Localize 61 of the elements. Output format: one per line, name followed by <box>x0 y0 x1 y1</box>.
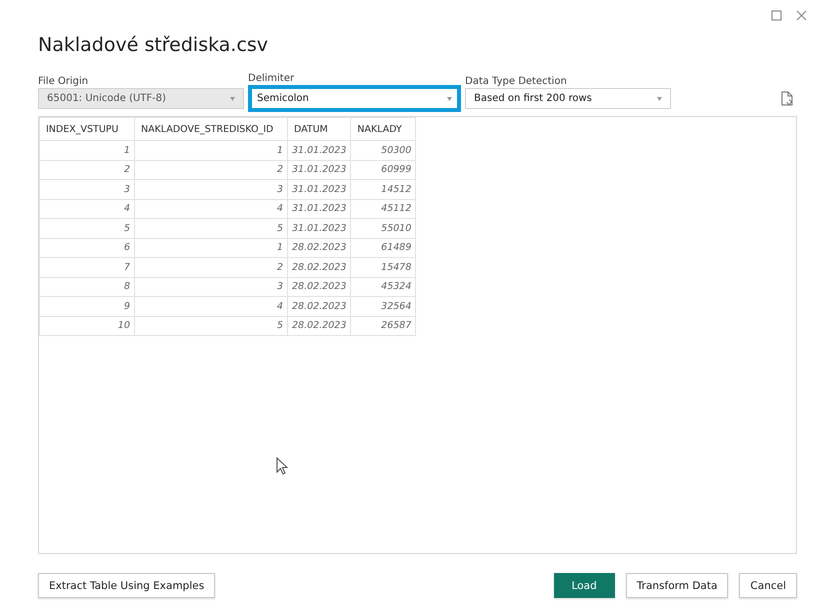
refresh-icon[interactable] <box>781 91 793 106</box>
window-title: Nakladové střediska.csv <box>38 34 270 56</box>
dialog-button[interactable]: Cancel <box>739 573 797 598</box>
table-cell: 45324 <box>350 277 416 296</box>
table-cell: 15478 <box>350 258 416 277</box>
table-cell: 31.01.2023 <box>288 199 351 218</box>
load-button[interactable]: Load <box>554 573 615 598</box>
caret-icon <box>447 96 452 100</box>
pointer-icon <box>276 457 288 475</box>
table-cell: 2 <box>134 160 288 180</box>
table-cell: 4 <box>134 296 288 316</box>
table-cell: 31.01.2023 <box>288 160 351 180</box>
table-cell: 31.01.2023 <box>288 140 351 160</box>
field-label: File Origin <box>38 76 90 87</box>
column-header[interactable]: NAKLADY <box>350 118 416 140</box>
table-cell: 32564 <box>350 296 416 316</box>
table-cell: 6 <box>40 238 134 258</box>
field-label: Delimiter <box>248 73 296 84</box>
dropdown[interactable]: Semicolon <box>248 85 461 112</box>
table-cell: 8 <box>40 277 134 296</box>
table-cell: 2 <box>134 258 288 277</box>
table-cell: 3 <box>134 277 288 296</box>
table-cell: 28.02.2023 <box>288 238 351 258</box>
table-cell: 4 <box>134 199 288 218</box>
maximize-icon[interactable] <box>771 10 782 21</box>
table-cell: 5 <box>134 218 288 238</box>
table-cell: 28.02.2023 <box>288 258 351 277</box>
table-cell: 14512 <box>350 180 416 199</box>
table-cell: 60999 <box>350 160 416 180</box>
caret-icon <box>230 96 235 100</box>
table-cell: 26587 <box>350 316 416 336</box>
dialog-button[interactable]: Transform Data <box>626 573 728 598</box>
table-cell: 1 <box>134 238 288 258</box>
table-cell: 5 <box>134 316 288 336</box>
caret-icon <box>657 96 662 100</box>
table-cell: 31.01.2023 <box>288 180 351 199</box>
table-cell: 9 <box>40 296 134 316</box>
table-cell: 28.02.2023 <box>288 316 351 336</box>
table-cell: 4 <box>40 199 134 218</box>
field-label: Data Type Detection <box>465 76 568 87</box>
table-cell: 61489 <box>350 238 416 258</box>
dialog-button[interactable]: Extract Table Using Examples <box>38 573 216 598</box>
table-cell: 45112 <box>350 199 416 218</box>
close-icon[interactable] <box>796 10 807 21</box>
table-cell: 1 <box>134 140 288 160</box>
table-cell: 3 <box>134 180 288 199</box>
table-cell: 10 <box>40 316 134 336</box>
table-cell: 5 <box>40 218 134 238</box>
table-cell: 55010 <box>350 218 416 238</box>
column-header[interactable]: DATUM <box>288 118 351 140</box>
column-header[interactable]: INDEX_VSTUPU <box>40 118 134 140</box>
table-cell: 28.02.2023 <box>288 277 351 296</box>
table-cell: 2 <box>40 160 134 180</box>
table-cell: 7 <box>40 258 134 277</box>
column-header[interactable]: NAKLADOVE_STREDISKO_ID <box>134 118 288 140</box>
table-cell: 1 <box>40 140 134 160</box>
table-cell: 28.02.2023 <box>288 296 351 316</box>
table-cell: 31.01.2023 <box>288 218 351 238</box>
dropdown[interactable]: Based on first 200 rows <box>465 88 671 109</box>
table-cell: 3 <box>40 180 134 199</box>
table-cell: 50300 <box>350 140 416 160</box>
